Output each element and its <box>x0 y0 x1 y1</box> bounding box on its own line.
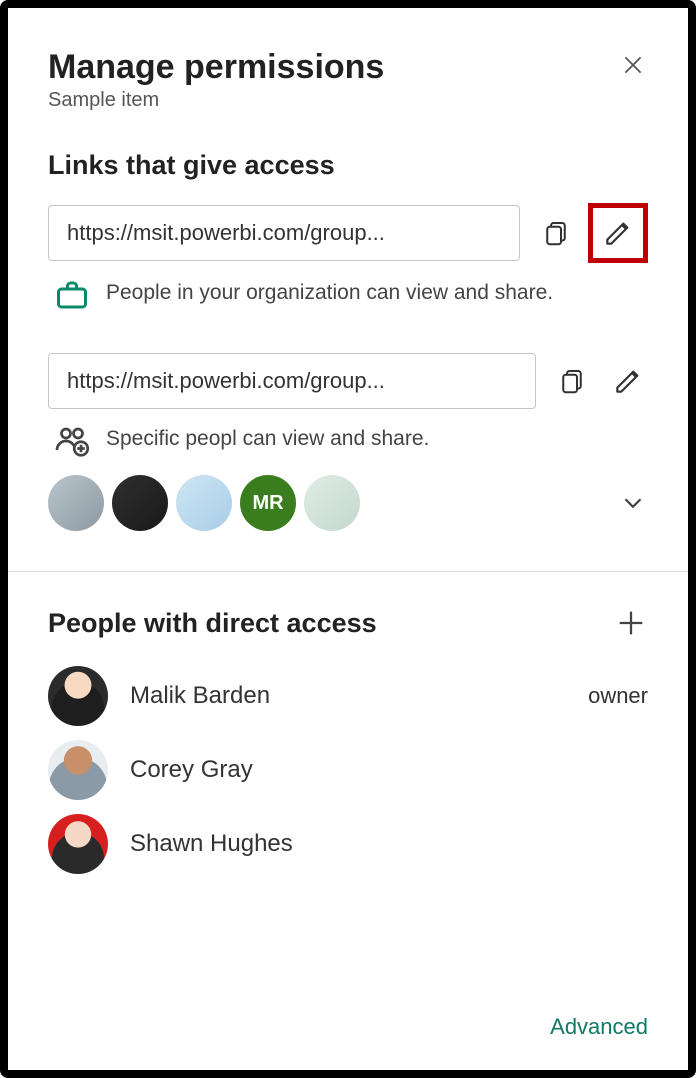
person-row-2[interactable]: Shawn Hughes <box>48 814 648 874</box>
avatar-5[interactable] <box>304 475 360 531</box>
advanced-link[interactable]: Advanced <box>550 1014 648 1039</box>
person-name-0: Malik Barden <box>130 682 566 710</box>
person-name-1: Corey Gray <box>130 756 626 784</box>
person-avatar-0 <box>48 666 108 726</box>
link-description-row-1: Specific peopl can view and share. <box>48 423 648 459</box>
add-person-button[interactable] <box>614 606 648 640</box>
direct-access-header: People with direct access <box>48 606 648 640</box>
expand-avatars-button[interactable] <box>618 488 648 518</box>
link-description-row-0: People in your organization can view and… <box>48 277 648 313</box>
access-link-row-1: https://msit.powerbi.com/group... <box>48 353 648 409</box>
edit-link-button-0[interactable] <box>602 217 634 249</box>
links-section-heading: Links that give access <box>48 150 648 181</box>
edit-link-highlight <box>588 203 648 263</box>
close-icon <box>620 52 646 78</box>
dialog-title: Manage permissions <box>48 48 384 87</box>
copy-icon <box>541 218 571 248</box>
pencil-icon <box>602 217 634 249</box>
person-role-0: owner <box>588 683 648 709</box>
access-link-block-0: https://msit.powerbi.com/group... People… <box>48 203 648 313</box>
briefcase-icon <box>54 277 90 313</box>
person-name-2: Shawn Hughes <box>130 830 626 858</box>
person-avatar-1 <box>48 740 108 800</box>
avatar-1[interactable] <box>48 475 104 531</box>
person-avatar-2 <box>48 814 108 874</box>
access-link-block-1: https://msit.powerbi.com/group... Specif… <box>48 353 648 531</box>
direct-access-list: Malik Barden owner Corey Gray Shawn Hugh… <box>48 666 648 874</box>
link-description-1: Specific peopl can view and share. <box>106 423 429 453</box>
dialog-footer: Advanced <box>48 1014 648 1040</box>
avatar-4-initials[interactable]: MR <box>240 475 296 531</box>
shared-with-avatars: MR <box>48 475 360 531</box>
copy-link-button-1[interactable] <box>552 361 592 401</box>
edit-link-button-1[interactable] <box>608 361 648 401</box>
person-row-1[interactable]: Corey Gray <box>48 740 648 800</box>
copy-icon <box>557 366 587 396</box>
link-description-0: People in your organization can view and… <box>106 277 553 307</box>
person-row-0[interactable]: Malik Barden owner <box>48 666 648 726</box>
people-add-icon <box>54 423 90 459</box>
avatar-3[interactable] <box>176 475 232 531</box>
direct-access-heading: People with direct access <box>48 608 377 639</box>
link-url-1[interactable]: https://msit.powerbi.com/group... <box>48 353 536 409</box>
link-url-0[interactable]: https://msit.powerbi.com/group... <box>48 205 520 261</box>
dialog-header: Manage permissions Sample item <box>48 48 648 112</box>
section-divider <box>8 571 688 572</box>
title-block: Manage permissions Sample item <box>48 48 384 112</box>
pencil-icon <box>612 365 644 397</box>
access-link-row-0: https://msit.powerbi.com/group... <box>48 203 648 263</box>
copy-link-button-0[interactable] <box>536 213 576 253</box>
close-button[interactable] <box>620 52 648 80</box>
avatar-2[interactable] <box>112 475 168 531</box>
shared-with-avatars-row: MR <box>48 475 648 531</box>
dialog-subtitle: Sample item <box>48 89 384 112</box>
